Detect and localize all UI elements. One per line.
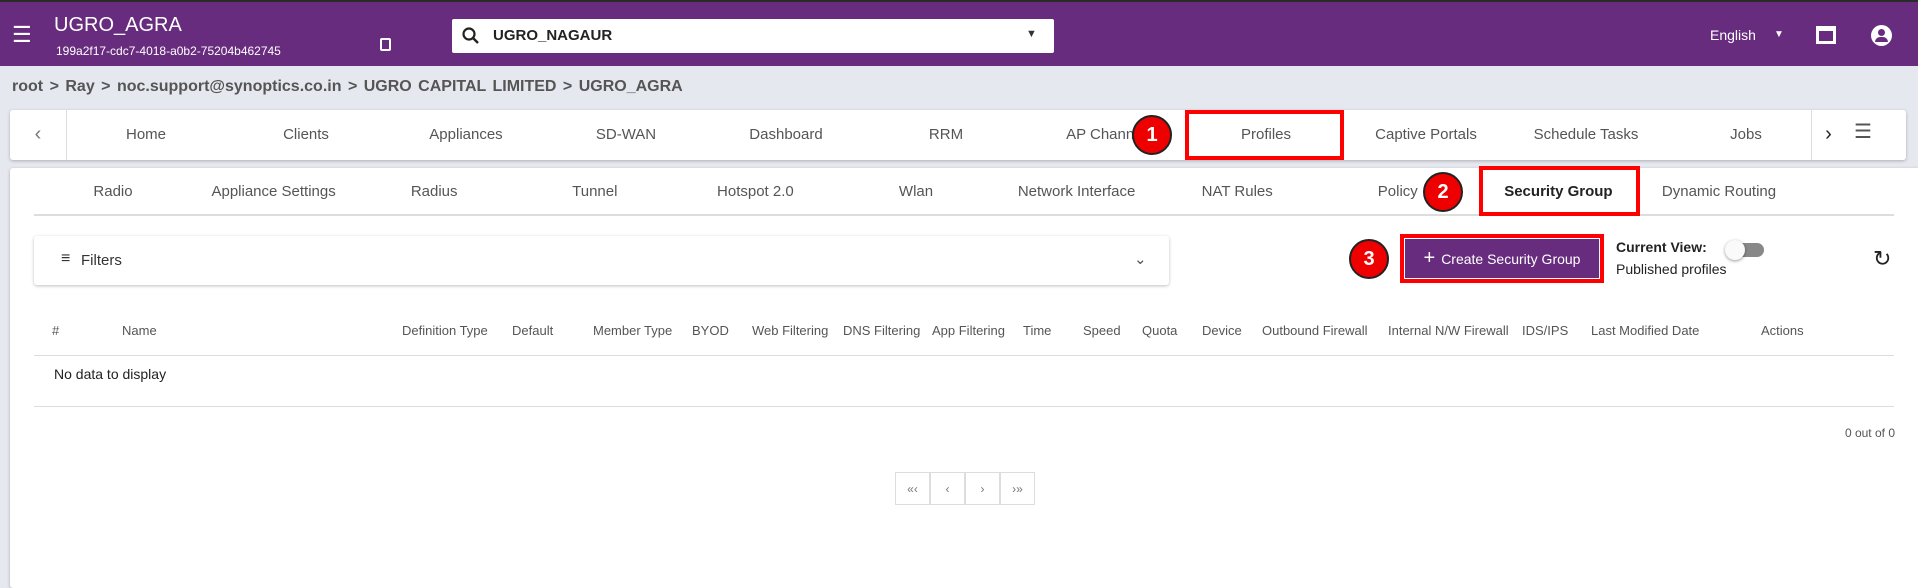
breadcrumb-user[interactable]: noc.support@synoptics.co.in [117, 78, 342, 95]
nav-tab-dashboard[interactable]: Dashboard [749, 126, 822, 143]
breadcrumb-site: UGRO_AGRA [578, 78, 683, 95]
separator: > [562, 78, 573, 95]
highlight-security-group [1479, 166, 1640, 216]
column-header[interactable]: BYOD [692, 323, 729, 338]
subtab-appliance-settings[interactable]: Appliance Settings [211, 183, 335, 200]
chevron-down-icon[interactable]: ▼ [1774, 29, 1784, 40]
column-header[interactable]: Outbound Firewall [1262, 323, 1368, 338]
subtab-tunnel[interactable]: Tunnel [572, 183, 617, 200]
step-badge-2: 2 [1423, 172, 1463, 212]
content-card [10, 168, 1918, 588]
breadcrumb-ray[interactable]: Ray [65, 78, 94, 95]
column-header[interactable]: Definition Type [402, 323, 488, 338]
subtab-dynamic-routing[interactable]: Dynamic Routing [1662, 183, 1776, 200]
subtab-nat-rules[interactable]: NAT Rules [1202, 183, 1273, 200]
step-badge-1: 1 [1132, 115, 1172, 155]
column-header[interactable]: # [52, 323, 59, 338]
more-menu-icon[interactable]: ☰ [1854, 119, 1872, 144]
nav-tab-captive-portals[interactable]: Captive Portals [1375, 126, 1477, 143]
step-badge-3: 3 [1349, 239, 1389, 279]
record-count: 0 out of 0 [1844, 426, 1895, 440]
nav-tab-rrm[interactable]: RRM [929, 126, 963, 143]
column-header[interactable]: Time [1023, 323, 1051, 338]
subtab-radius[interactable]: Radius [411, 183, 458, 200]
language-select[interactable]: English [1710, 27, 1756, 43]
last-page-button[interactable]: ›» [1000, 472, 1035, 505]
column-header[interactable]: Web Filtering [752, 323, 828, 338]
plus-icon: + [1423, 247, 1436, 269]
current-view-value: Published profiles [1616, 261, 1727, 277]
highlight-profiles [1185, 110, 1344, 160]
chevron-down-icon[interactable]: ⌄ [1134, 250, 1147, 268]
site-search-select[interactable]: UGRO_NAGAUR ▼ [452, 19, 1054, 53]
scroll-left-icon[interactable]: ‹ [10, 110, 67, 160]
column-header[interactable]: Actions [1761, 323, 1804, 338]
scroll-right-icon[interactable]: › [1811, 110, 1845, 160]
copy-icon[interactable] [380, 38, 391, 51]
breadcrumb-company[interactable]: UGRO CAPITAL LIMITED [364, 78, 557, 95]
separator: > [347, 78, 358, 95]
next-page-button[interactable]: › [965, 472, 1000, 505]
column-header[interactable]: App Filtering [932, 323, 1005, 338]
create-button-label: Create Security Group [1441, 250, 1581, 267]
column-header[interactable]: Member Type [593, 323, 672, 338]
breadcrumb-root[interactable]: root [12, 78, 43, 95]
subtab-policy[interactable]: Policy [1378, 183, 1418, 200]
view-toggle[interactable] [1725, 240, 1764, 260]
chevron-down-icon: ▼ [1026, 28, 1037, 40]
column-header[interactable]: Name [122, 323, 157, 338]
search-icon [462, 27, 479, 44]
empty-message: No data to display [54, 366, 167, 382]
nav-tab-clients[interactable]: Clients [283, 126, 329, 143]
column-header[interactable]: Last Modified Date [1591, 323, 1699, 338]
search-value: UGRO_NAGAUR [493, 27, 613, 44]
column-header[interactable]: Default [512, 323, 553, 338]
top-header: ☰ UGRO_AGRA 199a2f17-cdc7-4018-a0b2-7520… [0, 0, 1918, 66]
tenant-id: 199a2f17-cdc7-4018-a0b2-75204b462745 [56, 44, 281, 58]
subtab-network-interface[interactable]: Network Interface [1018, 183, 1136, 200]
divider [34, 355, 1894, 356]
prev-page-button[interactable]: ‹ [930, 472, 965, 505]
store-icon[interactable] [1816, 26, 1836, 44]
filters-panel[interactable]: ≡ Filters ⌄ [34, 236, 1169, 285]
account-icon[interactable] [1871, 25, 1892, 46]
subtab-radio[interactable]: Radio [93, 183, 132, 200]
column-header[interactable]: DNS Filtering [843, 323, 920, 338]
filter-icon: ≡ [61, 250, 71, 267]
separator: > [49, 78, 59, 95]
nav-tab-jobs[interactable]: Jobs [1730, 126, 1762, 143]
current-view-label: Current View: [1616, 239, 1707, 255]
subtab-hotspot-2-0[interactable]: Hotspot 2.0 [717, 183, 794, 200]
nav-tab-sd-wan[interactable]: SD-WAN [596, 126, 656, 143]
column-header[interactable]: Speed [1083, 323, 1121, 338]
create-security-group-button[interactable]: + Create Security Group [1405, 239, 1599, 278]
separator: > [101, 78, 111, 95]
column-header[interactable]: Internal N/W Firewall [1388, 323, 1509, 338]
column-header[interactable]: IDS/IPS [1522, 323, 1568, 338]
filters-label: Filters [81, 252, 122, 269]
nav-tab-schedule-tasks[interactable]: Schedule Tasks [1534, 126, 1639, 143]
nav-tab-home[interactable]: Home [126, 126, 166, 143]
first-page-button[interactable]: «‹ [895, 472, 930, 505]
column-header[interactable]: Quota [1142, 323, 1177, 338]
menu-icon[interactable]: ☰ [12, 22, 32, 48]
breadcrumb: root > Ray > noc.support@synoptics.co.in… [12, 78, 683, 96]
column-header[interactable]: Device [1202, 323, 1242, 338]
divider [34, 406, 1894, 407]
nav-tab-appliances[interactable]: Appliances [429, 126, 502, 143]
tenant-title: UGRO_AGRA [54, 14, 182, 36]
subtab-wlan[interactable]: Wlan [899, 183, 933, 200]
refresh-icon[interactable]: ↻ [1873, 246, 1891, 272]
